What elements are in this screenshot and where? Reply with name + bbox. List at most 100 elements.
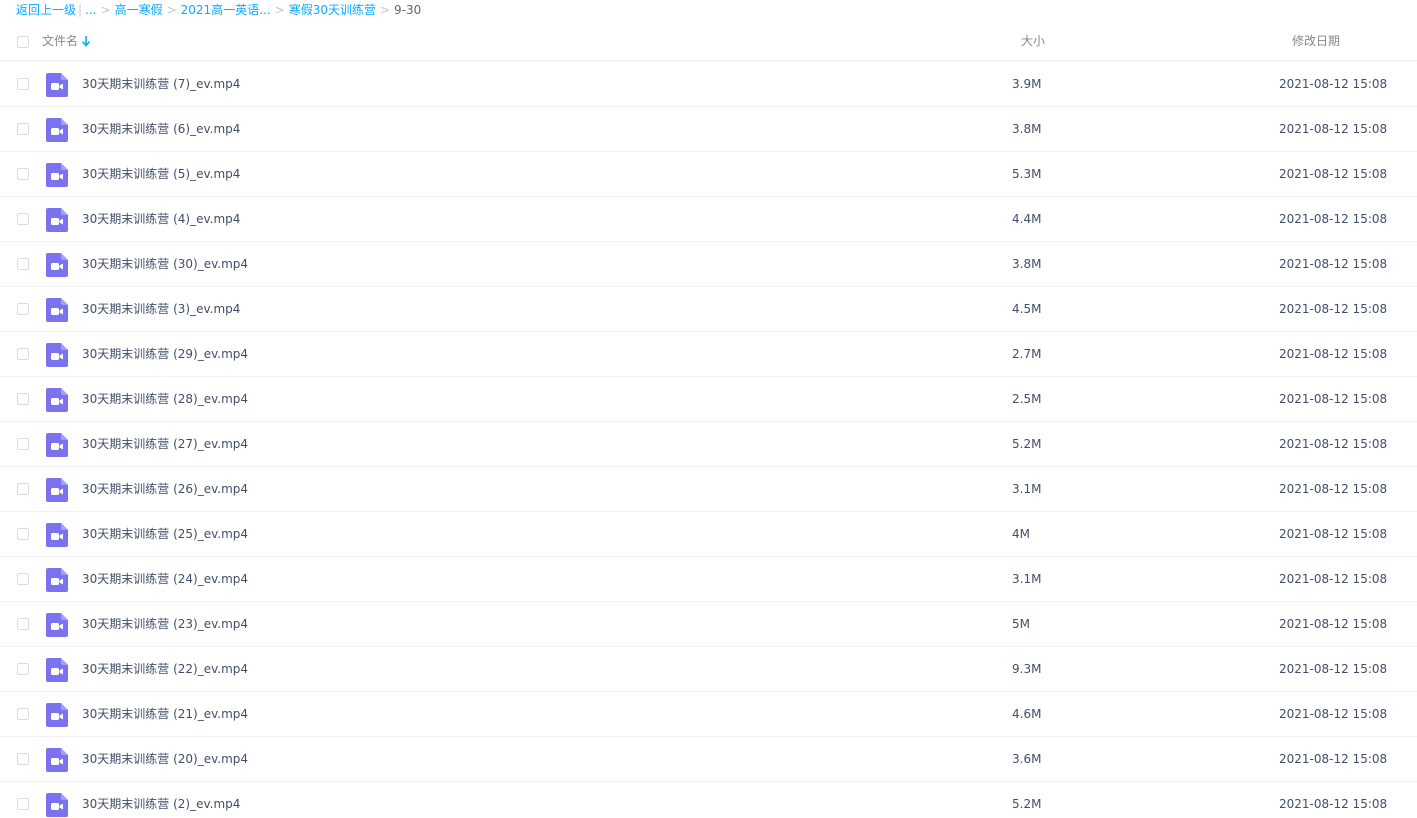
file-row[interactable]: 30天期末训练营 (27)_ev.mp4 5.2M 2021-08-12 15:…	[0, 422, 1417, 467]
file-size: 3.6M	[1012, 752, 1042, 766]
row-checkbox[interactable]	[17, 213, 29, 225]
file-row[interactable]: 30天期末训练营 (26)_ev.mp4 3.1M 2021-08-12 15:…	[0, 467, 1417, 512]
file-name[interactable]: 30天期末训练营 (26)_ev.mp4	[82, 481, 248, 497]
file-date: 2021-08-12 15:08	[1279, 527, 1388, 541]
file-size: 5.2M	[1012, 437, 1042, 451]
sort-arrow-down-icon	[81, 36, 91, 47]
video-file-icon	[46, 748, 68, 772]
file-date: 2021-08-12 15:08	[1279, 617, 1388, 631]
row-checkbox[interactable]	[17, 663, 29, 675]
column-header-size[interactable]: 大小	[1021, 33, 1045, 49]
breadcrumb-item-2[interactable]: 2021高一英语...	[181, 3, 271, 17]
file-date: 2021-08-12 15:08	[1279, 572, 1388, 586]
file-date: 2021-08-12 15:08	[1279, 797, 1388, 811]
breadcrumb-item-3[interactable]: 寒假30天训练营	[289, 3, 376, 17]
video-file-icon	[46, 163, 68, 187]
file-date: 2021-08-12 15:08	[1279, 257, 1388, 271]
file-row[interactable]: 30天期末训练营 (25)_ev.mp4 4M 2021-08-12 15:08	[0, 512, 1417, 557]
row-checkbox[interactable]	[17, 168, 29, 180]
file-row[interactable]: 30天期末训练营 (20)_ev.mp4 3.6M 2021-08-12 15:…	[0, 737, 1417, 782]
row-checkbox[interactable]	[17, 753, 29, 765]
file-name[interactable]: 30天期末训练营 (28)_ev.mp4	[82, 391, 248, 407]
file-size: 3.1M	[1012, 482, 1042, 496]
file-date: 2021-08-12 15:08	[1279, 77, 1388, 91]
video-file-icon	[46, 73, 68, 97]
file-row[interactable]: 30天期末训练营 (30)_ev.mp4 3.8M 2021-08-12 15:…	[0, 242, 1417, 287]
row-checkbox[interactable]	[17, 573, 29, 585]
row-checkbox[interactable]	[17, 78, 29, 90]
row-checkbox[interactable]	[17, 618, 29, 630]
file-list: 30天期末训练营 (7)_ev.mp4 3.9M 2021-08-12 15:0…	[0, 62, 1417, 818]
row-checkbox[interactable]	[17, 393, 29, 405]
file-name[interactable]: 30天期末训练营 (20)_ev.mp4	[82, 751, 248, 767]
file-size: 5M	[1012, 617, 1030, 631]
file-size: 4.6M	[1012, 707, 1042, 721]
row-checkbox[interactable]	[17, 528, 29, 540]
breadcrumb: 返回上一级 |... > 高一寒假 >2021高一英语... > 寒假30天训练营 >9-30	[16, 2, 421, 18]
row-checkbox[interactable]	[17, 258, 29, 270]
file-size: 4M	[1012, 527, 1030, 541]
file-row[interactable]: 30天期末训练营 (24)_ev.mp4 3.1M 2021-08-12 15:…	[0, 557, 1417, 602]
file-date: 2021-08-12 15:08	[1279, 482, 1388, 496]
file-name[interactable]: 30天期末训练营 (22)_ev.mp4	[82, 661, 248, 677]
row-checkbox[interactable]	[17, 438, 29, 450]
column-header-name[interactable]: 文件名	[42, 33, 91, 49]
video-file-icon	[46, 793, 68, 817]
file-row[interactable]: 30天期末训练营 (21)_ev.mp4 4.6M 2021-08-12 15:…	[0, 692, 1417, 737]
file-date: 2021-08-12 15:08	[1279, 707, 1388, 721]
row-checkbox[interactable]	[17, 798, 29, 810]
file-date: 2021-08-12 15:08	[1279, 347, 1388, 361]
file-row[interactable]: 30天期末训练营 (28)_ev.mp4 2.5M 2021-08-12 15:…	[0, 377, 1417, 422]
file-name[interactable]: 30天期末训练营 (27)_ev.mp4	[82, 436, 248, 452]
row-checkbox[interactable]	[17, 348, 29, 360]
file-name[interactable]: 30天期末训练营 (30)_ev.mp4	[82, 256, 248, 272]
file-row[interactable]: 30天期末训练营 (5)_ev.mp4 5.3M 2021-08-12 15:0…	[0, 152, 1417, 197]
video-file-icon	[46, 613, 68, 637]
file-name[interactable]: 30天期末训练营 (3)_ev.mp4	[82, 301, 240, 317]
file-date: 2021-08-12 15:08	[1279, 167, 1388, 181]
file-size: 3.1M	[1012, 572, 1042, 586]
file-row[interactable]: 30天期末训练营 (4)_ev.mp4 4.4M 2021-08-12 15:0…	[0, 197, 1417, 242]
file-name[interactable]: 30天期末训练营 (25)_ev.mp4	[82, 526, 248, 542]
back-link[interactable]: 返回上一级	[16, 3, 76, 17]
breadcrumb-separator-icon: >	[166, 3, 177, 17]
file-date: 2021-08-12 15:08	[1279, 212, 1388, 226]
video-file-icon	[46, 388, 68, 412]
file-size: 4.4M	[1012, 212, 1042, 226]
file-name[interactable]: 30天期末训练营 (5)_ev.mp4	[82, 166, 240, 182]
file-name[interactable]: 30天期末训练营 (23)_ev.mp4	[82, 616, 248, 632]
file-name[interactable]: 30天期末训练营 (21)_ev.mp4	[82, 706, 248, 722]
file-name[interactable]: 30天期末训练营 (4)_ev.mp4	[82, 211, 240, 227]
breadcrumb-item-1[interactable]: 高一寒假	[115, 3, 163, 17]
video-file-icon	[46, 523, 68, 547]
file-row[interactable]: 30天期末训练营 (29)_ev.mp4 2.7M 2021-08-12 15:…	[0, 332, 1417, 377]
video-file-icon	[46, 658, 68, 682]
file-row[interactable]: 30天期末训练营 (3)_ev.mp4 4.5M 2021-08-12 15:0…	[0, 287, 1417, 332]
file-size: 5.2M	[1012, 797, 1042, 811]
file-date: 2021-08-12 15:08	[1279, 437, 1388, 451]
row-checkbox[interactable]	[17, 708, 29, 720]
file-row[interactable]: 30天期末训练营 (6)_ev.mp4 3.8M 2021-08-12 15:0…	[0, 107, 1417, 152]
file-name[interactable]: 30天期末训练营 (2)_ev.mp4	[82, 796, 240, 812]
row-checkbox[interactable]	[17, 483, 29, 495]
file-size: 2.7M	[1012, 347, 1042, 361]
file-row[interactable]: 30天期末训练营 (23)_ev.mp4 5M 2021-08-12 15:08	[0, 602, 1417, 647]
file-size: 2.5M	[1012, 392, 1042, 406]
video-file-icon	[46, 433, 68, 457]
file-name[interactable]: 30天期末训练营 (29)_ev.mp4	[82, 346, 248, 362]
column-header-date[interactable]: 修改日期	[1292, 33, 1340, 49]
breadcrumb-ellipsis[interactable]: ...	[85, 3, 96, 17]
video-file-icon	[46, 253, 68, 277]
select-all-checkbox[interactable]	[17, 36, 29, 48]
row-checkbox[interactable]	[17, 123, 29, 135]
file-name[interactable]: 30天期末训练营 (24)_ev.mp4	[82, 571, 248, 587]
row-checkbox[interactable]	[17, 303, 29, 315]
file-row[interactable]: 30天期末训练营 (7)_ev.mp4 3.9M 2021-08-12 15:0…	[0, 62, 1417, 107]
file-size: 5.3M	[1012, 167, 1042, 181]
file-name[interactable]: 30天期末训练营 (7)_ev.mp4	[82, 76, 240, 92]
file-row[interactable]: 30天期末训练营 (22)_ev.mp4 9.3M 2021-08-12 15:…	[0, 647, 1417, 692]
breadcrumb-divider: |	[78, 3, 83, 17]
file-row[interactable]: 30天期末训练营 (2)_ev.mp4 5.2M 2021-08-12 15:0…	[0, 782, 1417, 818]
file-date: 2021-08-12 15:08	[1279, 392, 1388, 406]
file-name[interactable]: 30天期末训练营 (6)_ev.mp4	[82, 121, 240, 137]
